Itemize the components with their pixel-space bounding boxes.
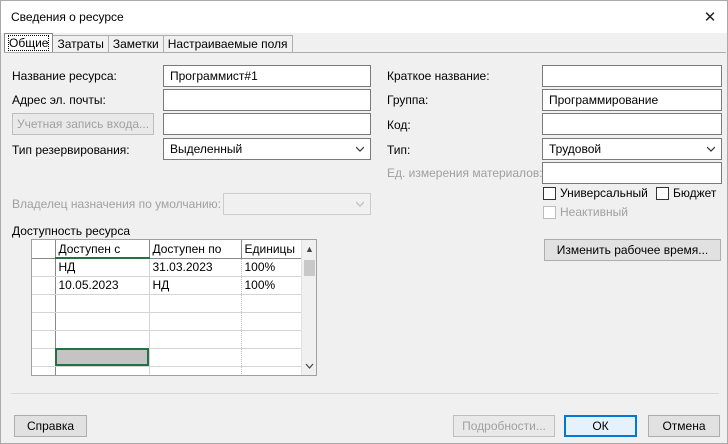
generic-checkbox-label: Универсальный	[560, 186, 648, 200]
code-label: Код:	[387, 118, 411, 132]
email-field[interactable]	[163, 89, 371, 111]
column-header-units[interactable]: Единицы	[241, 240, 302, 259]
available-from-cell[interactable]	[55, 330, 150, 349]
table-row	[32, 312, 302, 331]
group-label: Группа:	[387, 93, 429, 107]
account-button[interactable]: Учетная запись входа...	[12, 113, 154, 135]
generic-checkbox[interactable]: Универсальный	[543, 186, 648, 200]
table-row	[32, 294, 302, 313]
table-row	[32, 366, 302, 375]
units-cell[interactable]	[241, 330, 302, 349]
inactive-checkbox-box[interactable]	[543, 205, 556, 219]
cancel-button[interactable]: Отмена	[648, 415, 720, 437]
grid-corner	[32, 240, 56, 259]
material-label-field[interactable]	[542, 162, 722, 184]
resource-information-dialog: Сведения о ресурсе ✕ Общие Затраты Замет…	[0, 0, 728, 444]
material-label-label: Ед. измерения материалов:	[387, 166, 543, 180]
inactive-checkbox[interactable]: Неактивный	[543, 205, 628, 219]
grid-vertical-scrollbar[interactable]: ▲	[301, 240, 316, 375]
chevron-down-icon	[356, 201, 364, 207]
dialog-title: Сведения о ресурсе	[11, 10, 124, 24]
email-label: Адрес эл. почты:	[12, 93, 106, 107]
availability-grid[interactable]: Доступен с Доступен по Единицы НД 31.03.…	[31, 239, 317, 376]
available-from-cell[interactable]	[55, 366, 150, 375]
units-cell[interactable]	[241, 366, 302, 375]
generic-checkbox-box[interactable]	[543, 186, 556, 200]
chevron-down-icon	[707, 146, 715, 152]
short-name-field[interactable]	[542, 65, 722, 87]
budget-checkbox[interactable]: Бюджет	[656, 186, 716, 200]
availability-title: Доступность ресурса	[12, 224, 131, 238]
available-to-cell[interactable]: НД	[149, 276, 242, 295]
title-bar: Сведения о ресурсе ✕	[1, 1, 727, 33]
account-field[interactable]	[163, 113, 371, 135]
column-header-available-from[interactable]: Доступен с	[55, 240, 150, 259]
scroll-thumb[interactable]	[304, 260, 315, 276]
available-to-cell[interactable]	[149, 294, 242, 313]
chevron-down-icon	[356, 146, 364, 152]
booking-type-select[interactable]: Выделенный	[163, 138, 371, 160]
selected-cell[interactable]	[55, 348, 150, 367]
group-field[interactable]: Программирование	[542, 89, 722, 111]
ok-button[interactable]: ОК	[564, 415, 637, 437]
row-header[interactable]	[32, 258, 56, 277]
close-icon[interactable]: ✕	[699, 7, 721, 27]
available-to-cell[interactable]: 31.03.2023	[149, 258, 242, 277]
type-select[interactable]: Трудовой	[542, 138, 722, 160]
tab-general[interactable]: Общие	[4, 33, 54, 53]
booking-type-value: Выделенный	[170, 142, 243, 156]
footer-separator	[11, 393, 719, 394]
code-field[interactable]	[542, 113, 722, 135]
help-button[interactable]: Справка	[14, 415, 87, 437]
available-from-cell[interactable]: НД	[55, 258, 150, 277]
row-header[interactable]	[32, 312, 56, 331]
availability-table: Доступен с Доступен по Единицы НД 31.03.…	[32, 240, 302, 375]
tab-notes[interactable]: Заметки	[108, 35, 164, 53]
row-header[interactable]	[32, 348, 56, 367]
scroll-down-icon[interactable]	[302, 359, 317, 373]
available-to-cell[interactable]	[149, 366, 242, 375]
row-header[interactable]	[32, 276, 56, 295]
tab-custom-fields[interactable]: Настраиваемые поля	[163, 35, 293, 53]
default-owner-select[interactable]	[223, 193, 371, 215]
available-from-cell[interactable]: 10.05.2023	[55, 276, 150, 295]
booking-type-label: Тип резервирования:	[12, 143, 130, 157]
units-cell[interactable]	[241, 294, 302, 313]
table-row	[32, 348, 302, 367]
budget-checkbox-label: Бюджет	[673, 186, 717, 200]
row-header[interactable]	[32, 330, 56, 349]
available-to-cell[interactable]	[149, 312, 242, 331]
available-to-cell[interactable]	[149, 330, 242, 349]
details-button[interactable]: Подробности...	[453, 415, 555, 437]
table-row	[32, 330, 302, 349]
scroll-up-icon[interactable]: ▲	[302, 242, 316, 256]
units-cell[interactable]: 100%	[241, 276, 302, 295]
units-cell[interactable]	[241, 312, 302, 331]
short-name-label: Краткое название:	[387, 69, 490, 83]
resource-name-field[interactable]: Программист#1	[163, 65, 371, 87]
row-header[interactable]	[32, 366, 56, 375]
available-to-cell[interactable]	[149, 348, 242, 367]
row-header[interactable]	[32, 294, 56, 313]
table-row: НД 31.03.2023 100%	[32, 258, 302, 277]
available-from-cell[interactable]	[55, 294, 150, 313]
column-header-available-to[interactable]: Доступен по	[149, 240, 242, 259]
resource-name-label: Название ресурса:	[12, 69, 117, 83]
change-working-time-button[interactable]: Изменить рабочее время...	[544, 239, 721, 261]
available-from-cell[interactable]	[55, 312, 150, 331]
units-cell[interactable]: 100%	[241, 258, 302, 277]
inactive-checkbox-label: Неактивный	[560, 205, 628, 219]
table-row: 10.05.2023 НД 100%	[32, 276, 302, 295]
tab-strip: Общие Затраты Заметки Настраиваемые поля	[4, 33, 293, 53]
budget-checkbox-box[interactable]	[656, 186, 669, 200]
tab-costs[interactable]: Затраты	[53, 35, 109, 53]
type-value: Трудовой	[549, 142, 602, 156]
default-owner-label: Владелец назначения по умолчанию:	[12, 197, 221, 211]
type-label: Тип:	[387, 143, 411, 157]
units-cell[interactable]	[241, 348, 302, 367]
